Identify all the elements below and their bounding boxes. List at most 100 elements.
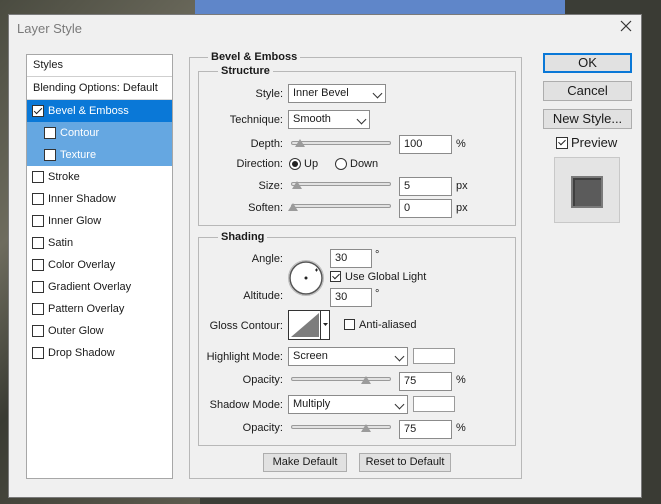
background-sky — [195, 0, 565, 14]
style-item-outer-glow[interactable]: Outer Glow — [27, 320, 172, 342]
pattern-overlay-checkbox[interactable] — [32, 303, 44, 315]
angle-dial[interactable] — [287, 259, 325, 297]
background-edge — [640, 0, 661, 504]
style-item-gradient-overlay[interactable]: Gradient Overlay — [27, 276, 172, 298]
depth-slider-handle[interactable] — [295, 139, 305, 147]
style-item-label: Inner Glow — [48, 215, 102, 227]
altitude-unit: ° — [375, 288, 380, 300]
texture-checkbox[interactable] — [44, 149, 56, 161]
soften-input[interactable]: 0 — [399, 199, 452, 218]
style-item-inner-glow[interactable]: Inner Glow — [27, 210, 172, 232]
make-default-button[interactable]: Make Default — [263, 453, 347, 472]
highlight-opacity-slider-handle[interactable] — [361, 376, 371, 384]
bevel-emboss-checkbox[interactable] — [32, 105, 44, 117]
depth-label: Depth: — [250, 138, 283, 150]
style-item-pattern-overlay[interactable]: Pattern Overlay — [27, 298, 172, 320]
style-item-bevel-emboss[interactable]: Bevel & Emboss — [27, 100, 172, 122]
size-label: Size: — [258, 180, 283, 192]
style-item-contour[interactable]: Contour — [27, 122, 172, 144]
soften-label: Soften: — [248, 202, 283, 214]
depth-slider[interactable] — [291, 141, 391, 145]
shadow-mode-select[interactable]: Multiply — [288, 395, 408, 414]
title-bar: Layer Style — [9, 15, 641, 43]
style-item-texture[interactable]: Texture — [27, 144, 172, 166]
preview-checkbox[interactable] — [556, 137, 568, 149]
chevron-down-icon — [394, 399, 405, 410]
preview-swatch — [571, 176, 603, 208]
shadow-mode-value: Multiply — [293, 398, 331, 410]
layer-style-dialog: Layer Style Styles Blending Options: Def… — [8, 14, 642, 498]
highlight-mode-value: Screen — [293, 350, 328, 362]
shadow-opacity-slider-handle[interactable] — [361, 424, 371, 432]
style-item-inner-shadow[interactable]: Inner Shadow — [27, 188, 172, 210]
drop-shadow-checkbox[interactable] — [32, 347, 44, 359]
style-item-drop-shadow[interactable]: Drop Shadow — [27, 342, 172, 364]
style-item-color-overlay[interactable]: Color Overlay — [27, 254, 172, 276]
direction-up-label[interactable]: Up — [304, 158, 318, 170]
anti-aliased-label[interactable]: Anti-aliased — [359, 319, 416, 331]
satin-checkbox[interactable] — [32, 237, 44, 249]
cancel-button[interactable]: Cancel — [543, 81, 632, 101]
outer-glow-checkbox[interactable] — [32, 325, 44, 337]
shadow-opacity-unit: % — [456, 422, 466, 434]
soften-slider-handle[interactable] — [288, 203, 298, 211]
style-item-label: Inner Shadow — [48, 193, 116, 205]
size-unit: px — [456, 180, 468, 192]
chevron-down-icon — [394, 351, 405, 362]
direction-down-label[interactable]: Down — [350, 158, 378, 170]
ok-button[interactable]: OK — [543, 53, 632, 73]
contour-checkbox[interactable] — [44, 127, 56, 139]
style-item-satin[interactable]: Satin — [27, 232, 172, 254]
depth-unit: % — [456, 138, 466, 150]
technique-select[interactable]: Smooth — [288, 110, 370, 129]
use-global-light-label[interactable]: Use Global Light — [345, 271, 426, 283]
anti-aliased-checkbox[interactable] — [344, 319, 355, 330]
gradient-overlay-checkbox[interactable] — [32, 281, 44, 293]
shading-group — [198, 237, 516, 446]
highlight-mode-select[interactable]: Screen — [288, 347, 408, 366]
inner-glow-checkbox[interactable] — [32, 215, 44, 227]
soften-slider[interactable] — [291, 204, 391, 208]
shadow-color-swatch[interactable] — [413, 396, 455, 412]
depth-input[interactable]: 100 — [399, 135, 452, 154]
style-item-label: Satin — [48, 237, 74, 249]
preview-label[interactable]: Preview — [571, 135, 617, 150]
shadow-opacity-slider[interactable] — [291, 425, 391, 429]
highlight-opacity-input[interactable]: 75 — [399, 372, 452, 391]
soften-unit: px — [456, 202, 468, 214]
chevron-down-icon — [356, 114, 367, 125]
angle-unit: ° — [375, 249, 380, 261]
blending-options-item[interactable]: Blending Options: Default — [27, 77, 172, 100]
style-item-label: Contour — [60, 127, 100, 139]
size-slider[interactable] — [291, 182, 391, 186]
bevel-emboss-heading: Bevel & Emboss — [208, 51, 301, 63]
stroke-checkbox[interactable] — [32, 171, 44, 183]
styles-header[interactable]: Styles — [27, 55, 172, 77]
size-input[interactable]: 5 — [399, 177, 452, 196]
preview-thumbnail — [554, 157, 620, 223]
close-icon[interactable] — [619, 19, 633, 33]
highlight-opacity-slider[interactable] — [291, 377, 391, 381]
color-overlay-checkbox[interactable] — [32, 259, 44, 271]
shadow-opacity-input[interactable]: 75 — [399, 420, 452, 439]
style-item-label: Texture — [60, 149, 97, 161]
angle-input[interactable]: 30 — [330, 249, 372, 268]
gloss-contour-picker[interactable] — [288, 310, 330, 340]
highlight-opacity-unit: % — [456, 374, 466, 386]
shadow-opacity-label: Opacity: — [242, 422, 283, 434]
style-item-stroke[interactable]: Stroke — [27, 166, 172, 188]
highlight-color-swatch[interactable] — [413, 348, 455, 364]
use-global-light-checkbox[interactable] — [330, 271, 341, 282]
altitude-input[interactable]: 30 — [330, 288, 372, 307]
direction-down-radio[interactable] — [335, 158, 347, 170]
size-slider-handle[interactable] — [292, 181, 302, 189]
style-item-label: Gradient Overlay — [48, 281, 132, 293]
reset-to-default-button[interactable]: Reset to Default — [359, 453, 451, 472]
dialog-title: Layer Style — [17, 21, 83, 36]
direction-up-radio[interactable] — [289, 158, 301, 170]
style-select[interactable]: Inner Bevel — [288, 84, 386, 103]
style-item-label: Stroke — [48, 171, 80, 183]
style-item-label: Color Overlay — [48, 259, 116, 271]
inner-shadow-checkbox[interactable] — [32, 193, 44, 205]
new-style-button[interactable]: New Style... — [543, 109, 632, 129]
